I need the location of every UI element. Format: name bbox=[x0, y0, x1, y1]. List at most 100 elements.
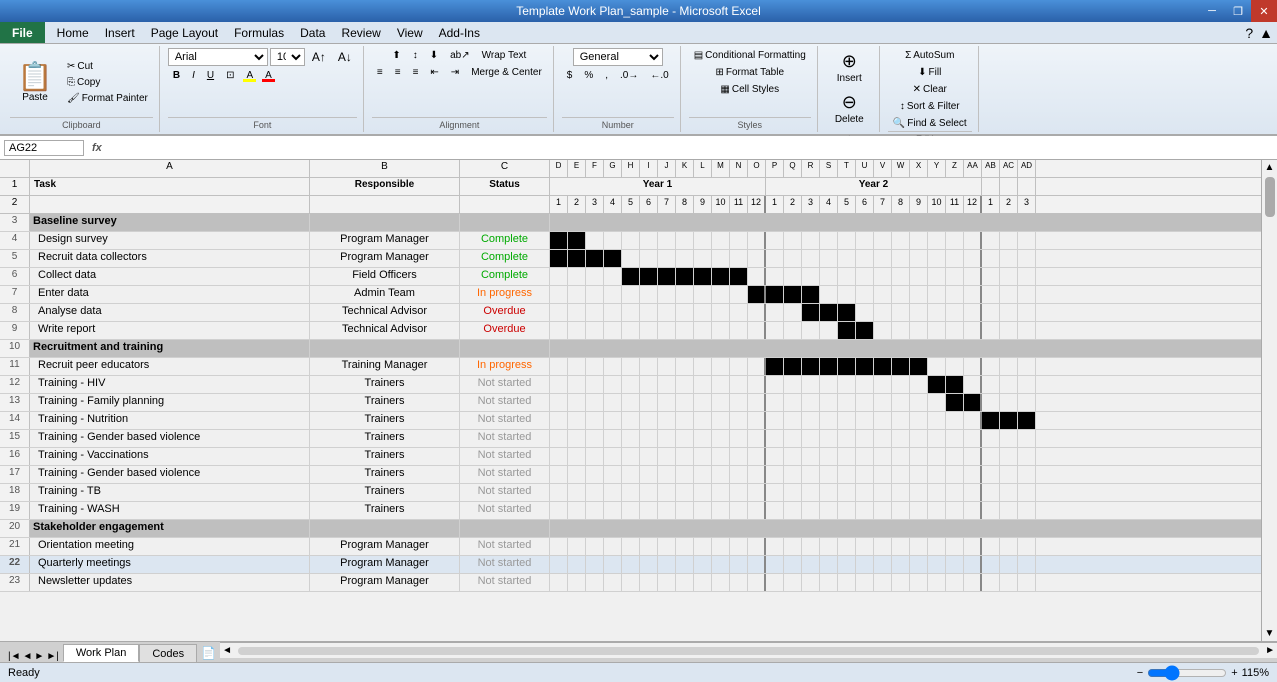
status-cell[interactable]: Not started bbox=[460, 430, 550, 447]
responsible-cell[interactable]: Trainers bbox=[310, 430, 460, 447]
gantt-filled-cell[interactable] bbox=[802, 358, 820, 375]
gantt-empty-cell[interactable] bbox=[604, 448, 622, 465]
gantt-empty-cell[interactable] bbox=[604, 286, 622, 303]
gantt-empty-cell[interactable] bbox=[658, 394, 676, 411]
conditional-formatting-button[interactable]: ▤ Conditional Formatting bbox=[689, 48, 811, 63]
gantt-empty-cell[interactable] bbox=[658, 448, 676, 465]
gantt-empty-cell[interactable] bbox=[676, 412, 694, 429]
gantt-empty-cell[interactable] bbox=[550, 484, 568, 501]
cell-styles-button[interactable]: ▦ Cell Styles bbox=[715, 82, 784, 97]
gantt-empty-cell[interactable] bbox=[730, 502, 748, 519]
gantt-empty-cell[interactable] bbox=[658, 484, 676, 501]
gantt-empty-cell[interactable] bbox=[604, 484, 622, 501]
gantt-empty-cell[interactable] bbox=[856, 466, 874, 483]
gantt-empty-cell[interactable] bbox=[910, 538, 928, 555]
gantt-empty-cell[interactable] bbox=[874, 232, 892, 249]
gantt-empty-cell[interactable] bbox=[622, 250, 640, 267]
gantt-empty-cell[interactable] bbox=[928, 322, 946, 339]
gantt-empty-cell[interactable] bbox=[928, 574, 946, 591]
col-gantt-header-H[interactable]: H bbox=[622, 160, 640, 177]
gantt-filled-cell[interactable] bbox=[676, 268, 694, 285]
scroll-track[interactable] bbox=[238, 647, 1259, 655]
responsible-cell[interactable] bbox=[310, 340, 460, 357]
gantt-empty-cell[interactable] bbox=[550, 574, 568, 591]
gantt-empty-cell[interactable] bbox=[892, 448, 910, 465]
gantt-empty-cell[interactable] bbox=[568, 556, 586, 573]
gantt-empty-cell[interactable] bbox=[550, 358, 568, 375]
gantt-empty-cell[interactable] bbox=[910, 574, 928, 591]
gantt-empty-cell[interactable] bbox=[928, 502, 946, 519]
gantt-empty-cell[interactable] bbox=[712, 322, 730, 339]
task-cell[interactable]: Training - WASH bbox=[30, 502, 310, 519]
gantt-empty-cell[interactable] bbox=[622, 502, 640, 519]
gantt-empty-cell[interactable] bbox=[784, 574, 802, 591]
gantt-empty-cell[interactable] bbox=[640, 448, 658, 465]
gantt-empty-cell[interactable] bbox=[658, 286, 676, 303]
task-cell[interactable]: Enter data bbox=[30, 286, 310, 303]
gantt-empty-cell[interactable] bbox=[730, 484, 748, 501]
gantt-empty-cell[interactable] bbox=[676, 358, 694, 375]
gantt-empty-cell[interactable] bbox=[622, 394, 640, 411]
responsible-cell[interactable]: Trainers bbox=[310, 484, 460, 501]
gantt-empty-cell[interactable] bbox=[784, 322, 802, 339]
gantt-empty-cell[interactable] bbox=[1018, 466, 1036, 483]
gantt-empty-cell[interactable] bbox=[928, 430, 946, 447]
gantt-empty-cell[interactable] bbox=[928, 538, 946, 555]
gantt-empty-cell[interactable] bbox=[820, 250, 838, 267]
gantt-empty-cell[interactable] bbox=[1018, 304, 1036, 321]
gantt-empty-cell[interactable] bbox=[568, 412, 586, 429]
gantt-empty-cell[interactable] bbox=[892, 538, 910, 555]
gantt-empty-cell[interactable] bbox=[802, 250, 820, 267]
gantt-empty-cell[interactable] bbox=[946, 250, 964, 267]
gantt-empty-cell[interactable] bbox=[964, 538, 982, 555]
gantt-empty-cell[interactable] bbox=[730, 250, 748, 267]
col-gantt-header-I[interactable]: I bbox=[640, 160, 658, 177]
gantt-empty-cell[interactable] bbox=[640, 394, 658, 411]
bold-button[interactable]: B bbox=[168, 68, 185, 83]
gantt-empty-cell[interactable] bbox=[874, 376, 892, 393]
gantt-filled-cell[interactable] bbox=[910, 358, 928, 375]
gantt-empty-cell[interactable] bbox=[550, 412, 568, 429]
gantt-empty-cell[interactable] bbox=[1000, 322, 1018, 339]
col-gantt-header-N[interactable]: N bbox=[730, 160, 748, 177]
table-row[interactable]: 7Enter dataAdmin TeamIn progress bbox=[0, 286, 1261, 304]
gantt-empty-cell[interactable] bbox=[802, 322, 820, 339]
gantt-empty-cell[interactable] bbox=[892, 250, 910, 267]
gantt-empty-cell[interactable] bbox=[586, 286, 604, 303]
gantt-empty-cell[interactable] bbox=[712, 502, 730, 519]
gantt-empty-cell[interactable] bbox=[568, 322, 586, 339]
gantt-empty-cell[interactable] bbox=[802, 376, 820, 393]
gantt-empty-cell[interactable] bbox=[550, 304, 568, 321]
gantt-empty-cell[interactable] bbox=[784, 304, 802, 321]
gantt-empty-cell[interactable] bbox=[622, 232, 640, 249]
gantt-empty-cell[interactable] bbox=[586, 322, 604, 339]
gantt-empty-cell[interactable] bbox=[964, 376, 982, 393]
table-row[interactable]: 10Recruitment and training bbox=[0, 340, 1261, 358]
gantt-empty-cell[interactable] bbox=[892, 484, 910, 501]
gantt-empty-cell[interactable] bbox=[694, 430, 712, 447]
gantt-empty-cell[interactable] bbox=[838, 448, 856, 465]
gantt-empty-cell[interactable] bbox=[622, 484, 640, 501]
gantt-empty-cell[interactable] bbox=[856, 268, 874, 285]
gantt-empty-cell[interactable] bbox=[658, 502, 676, 519]
gantt-empty-cell[interactable] bbox=[712, 466, 730, 483]
align-top-button[interactable]: ⬆ bbox=[387, 48, 405, 63]
gantt-empty-cell[interactable] bbox=[694, 412, 712, 429]
gantt-filled-cell[interactable] bbox=[946, 376, 964, 393]
gantt-empty-cell[interactable] bbox=[622, 376, 640, 393]
gantt-filled-cell[interactable] bbox=[820, 304, 838, 321]
responsible-cell[interactable]: Admin Team bbox=[310, 286, 460, 303]
gantt-empty-cell[interactable] bbox=[748, 448, 766, 465]
gantt-empty-cell[interactable] bbox=[730, 358, 748, 375]
menu-data[interactable]: Data bbox=[292, 22, 333, 43]
status-cell[interactable]: Not started bbox=[460, 376, 550, 393]
gantt-empty-cell[interactable] bbox=[928, 268, 946, 285]
align-right-button[interactable]: ≡ bbox=[408, 65, 424, 80]
status-cell[interactable]: Overdue bbox=[460, 322, 550, 339]
gantt-empty-cell[interactable] bbox=[676, 376, 694, 393]
gantt-empty-cell[interactable] bbox=[550, 322, 568, 339]
gantt-empty-cell[interactable] bbox=[784, 394, 802, 411]
gantt-empty-cell[interactable] bbox=[622, 322, 640, 339]
sheet-next-button[interactable]: ► bbox=[34, 651, 44, 662]
gantt-empty-cell[interactable] bbox=[784, 538, 802, 555]
